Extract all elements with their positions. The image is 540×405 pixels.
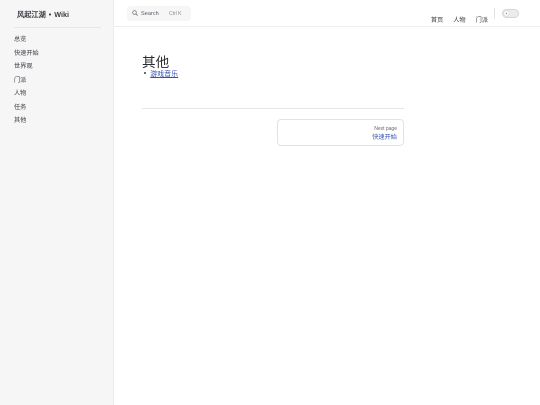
top-nav: 首页 人物 门派	[421, 9, 488, 24]
page-title: 其他	[142, 55, 170, 71]
sun-icon	[505, 12, 508, 15]
next-page-link[interactable]: Next page 快速开始	[277, 119, 404, 146]
top-navbar: Search Ctrl K 首页 人物 门派	[114, 0, 540, 27]
nav-link-home[interactable]: 首页	[431, 16, 443, 25]
next-page-title: 快速开始	[372, 134, 397, 141]
sidebar-item-quick-start[interactable]: 快速开始	[14, 47, 39, 61]
content-divider	[142, 108, 404, 109]
sidebar-item-characters[interactable]: 人物	[14, 87, 39, 101]
sidebar-divider	[14, 27, 101, 28]
search-shortcut: Ctrl K	[169, 10, 182, 17]
sidebar-item-other[interactable]: 其他	[14, 114, 39, 128]
bullet-icon	[144, 72, 147, 75]
site-name: 风起江湖	[17, 10, 46, 19]
list-item: 游戏音乐	[144, 70, 178, 80]
nav-link-characters[interactable]: 人物	[453, 16, 465, 25]
site-brand[interactable]: 风起江湖 • Wiki	[17, 9, 69, 21]
sidebar-item-sects[interactable]: 门派	[14, 74, 39, 88]
theme-toggle[interactable]	[502, 9, 519, 18]
sidebar-nav: 总览 快速开始 世界观 门派 人物 任务 其他	[14, 33, 39, 128]
site-suffix: Wiki	[54, 10, 70, 19]
search-button[interactable]: Search Ctrl K	[127, 6, 191, 21]
sidebar: 风起江湖 • Wiki 总览 快速开始 世界观 门派 人物 任务 其他	[0, 0, 114, 405]
sidebar-item-quests[interactable]: 任务	[14, 101, 39, 115]
toggle-knob	[504, 11, 509, 16]
link-game-music[interactable]: 游戏音乐	[150, 71, 178, 78]
link-list: 游戏音乐	[144, 70, 178, 80]
brand-separator: •	[48, 10, 52, 19]
nav-divider	[494, 8, 495, 19]
search-label: Search	[141, 10, 159, 17]
next-page-desc: Next page	[374, 126, 397, 132]
sidebar-item-overview[interactable]: 总览	[14, 33, 39, 47]
nav-link-sects[interactable]: 门派	[476, 16, 488, 25]
sidebar-item-world[interactable]: 世界观	[14, 60, 39, 74]
search-icon	[132, 10, 138, 16]
